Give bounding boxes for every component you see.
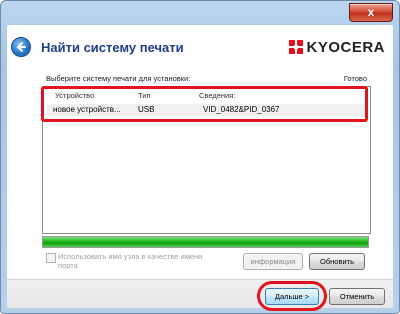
column-type[interactable]: Тип (138, 91, 151, 100)
info-button[interactable]: информация (243, 253, 303, 270)
table-row[interactable]: новое устройств... USB VID_0482&PID_0367 (47, 104, 366, 116)
back-arrow-glyph (17, 42, 26, 52)
next-button[interactable]: Дальше > (265, 288, 319, 305)
row-type: USB (138, 105, 155, 114)
progress-fill (43, 237, 368, 247)
port-name-label: Использовать имя узла в качестве имени п… (58, 252, 203, 270)
column-details[interactable]: Сведения: (199, 91, 235, 100)
brand-name: KYOCERA (306, 38, 385, 56)
device-list[interactable]: Устройство Тип Сведения: новое устройств… (42, 86, 371, 234)
close-button[interactable]: x (349, 3, 393, 22)
port-name-checkbox[interactable] (46, 253, 56, 263)
content-panel: Выберите систему печати для установки: Г… (7, 71, 393, 279)
back-arrow-icon[interactable] (11, 37, 31, 57)
select-prompt: Выберите систему печати для установки: (46, 74, 191, 83)
row-details: VID_0482&PID_0367 (203, 105, 280, 114)
brand-logo: KYOCERA (289, 37, 385, 57)
progress-bar (42, 236, 369, 248)
status-text: Готово (343, 74, 367, 83)
row-device: новое устройств... (53, 105, 121, 114)
installer-window: x Найти систему печати KYOCERA Выберите … (0, 0, 400, 314)
column-device[interactable]: Устройство (55, 91, 94, 100)
list-header: Устройство Тип Сведения: (43, 91, 370, 103)
page-title: Найти систему печати (41, 40, 184, 55)
header: Найти систему печати KYOCERA (7, 25, 393, 71)
kyocera-logo-icon (289, 40, 304, 54)
cancel-button[interactable]: Отменить (329, 288, 385, 305)
refresh-button[interactable]: Обновить (309, 253, 365, 270)
